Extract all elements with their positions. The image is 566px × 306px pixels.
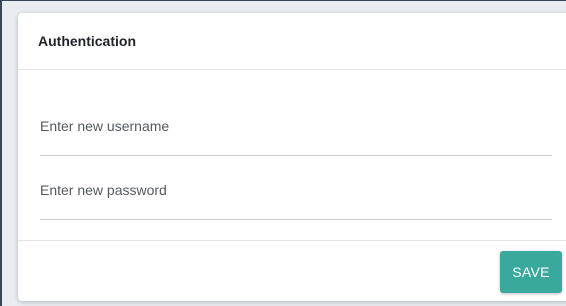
card-body: [18, 70, 566, 240]
card-title: Authentication: [38, 33, 136, 49]
password-input[interactable]: [40, 180, 552, 220]
authentication-card: Authentication SAVE: [18, 13, 566, 301]
save-button[interactable]: SAVE: [500, 251, 562, 293]
password-field: [40, 180, 552, 220]
window-frame: Authentication SAVE: [0, 0, 566, 306]
card-header: Authentication: [18, 13, 566, 70]
username-input[interactable]: [40, 116, 552, 156]
card-footer: SAVE: [18, 240, 566, 301]
username-field: [40, 116, 552, 156]
